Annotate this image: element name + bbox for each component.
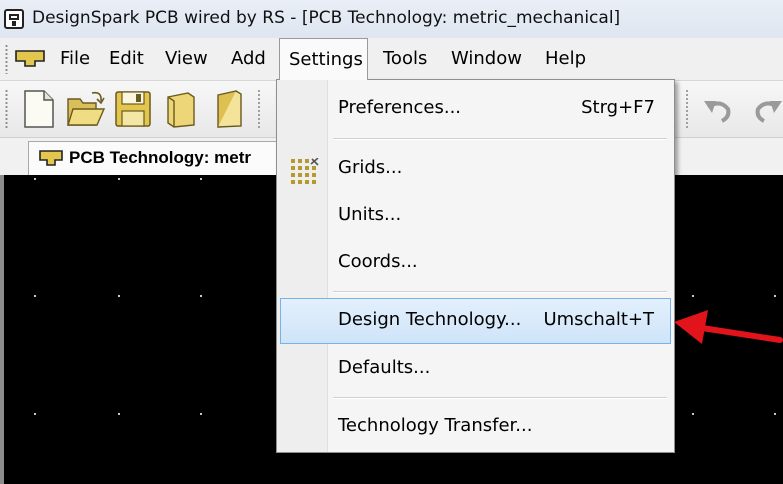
grid-dot — [118, 178, 120, 180]
grid-dot — [34, 413, 36, 415]
save-icon[interactable] — [114, 89, 152, 129]
menu-item-grids[interactable]: Grids... — [280, 146, 671, 192]
menu-separator — [333, 291, 667, 293]
toolbar-separator — [686, 89, 688, 129]
grid-icon — [291, 158, 319, 184]
toolbar-separator — [258, 89, 260, 129]
book-icon[interactable] — [212, 89, 244, 129]
menu-add[interactable]: Add — [231, 38, 266, 80]
document-tab[interactable]: PCB Technology: metr — [28, 141, 288, 175]
menu-bar: File Edit View Add Settings Tools Window… — [0, 38, 783, 81]
menu-item-design-technology[interactable]: Design Technology... Umschalt+T — [280, 298, 671, 344]
menu-settings[interactable]: Settings — [279, 38, 368, 80]
undo-icon[interactable] — [702, 97, 734, 123]
grid-dot — [200, 295, 202, 297]
grid-dot — [200, 178, 202, 180]
menu-edit[interactable]: Edit — [109, 38, 144, 80]
menu-item-technology-transfer[interactable]: Technology Transfer... — [280, 404, 671, 450]
grid-dot — [34, 295, 36, 297]
menu-item-preferences[interactable]: Preferences... Strg+F7 — [280, 86, 671, 132]
menu-view[interactable]: View — [165, 38, 208, 80]
settings-dropdown-menu: Preferences... Strg+F7 Grids... Units...… — [276, 79, 675, 453]
red-arrow-annotation — [674, 310, 783, 344]
redo-icon[interactable] — [752, 97, 783, 123]
menu-separator — [333, 397, 667, 399]
document-tab-label: PCB Technology: metr — [69, 148, 251, 167]
menu-item-units[interactable]: Units... — [280, 193, 671, 239]
grid-dot — [774, 295, 776, 297]
menu-file[interactable]: File — [60, 38, 90, 80]
pcb-app-menu-icon[interactable] — [15, 49, 45, 67]
grid-dot — [692, 413, 694, 415]
close-document-icon[interactable] — [162, 89, 198, 129]
menu-help[interactable]: Help — [545, 38, 586, 80]
toolbar-grip[interactable] — [5, 89, 8, 129]
grid-dot — [774, 413, 776, 415]
app-icon[interactable] — [4, 9, 24, 29]
grid-dot — [200, 413, 202, 415]
menu-item-defaults[interactable]: Defaults... — [280, 346, 671, 392]
grid-dot — [118, 295, 120, 297]
grid-dot — [692, 295, 694, 297]
window-title: DesignSpark PCB wired by RS - [PCB Techn… — [32, 8, 621, 28]
menu-window[interactable]: Window — [451, 38, 522, 80]
pcb-document-icon — [39, 150, 63, 166]
menubar-grip[interactable] — [5, 44, 8, 74]
grid-dot — [118, 413, 120, 415]
menu-separator — [333, 138, 667, 140]
menu-tools[interactable]: Tools — [383, 38, 427, 80]
title-bar: DesignSpark PCB wired by RS - [PCB Techn… — [0, 0, 783, 39]
menu-item-coords[interactable]: Coords... — [280, 240, 671, 286]
open-folder-icon[interactable] — [66, 89, 106, 129]
grid-dot — [34, 178, 36, 180]
new-document-icon[interactable] — [22, 89, 56, 129]
